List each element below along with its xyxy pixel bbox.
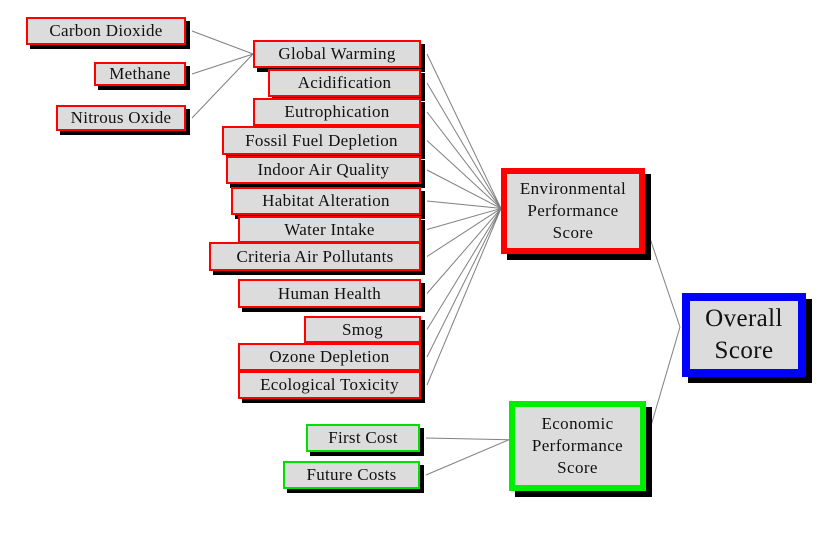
- score-label-line: Score: [552, 222, 594, 242]
- connector-environmental-score-to-overall-score: [647, 232, 681, 328]
- node-carbon-dioxide: Carbon Dioxide: [26, 17, 186, 45]
- connector-ecological-toxicity-to-environmental-score: [426, 208, 502, 386]
- node-global-warming: Global Warming: [253, 40, 421, 68]
- overall-score-box: Overall Score: [682, 293, 806, 377]
- node-fossil-fuel-depletion: Fossil Fuel Depletion: [222, 126, 421, 155]
- node-label: First Cost: [328, 428, 398, 448]
- node-label: Water Intake: [284, 219, 375, 239]
- score-label-line: Performance: [531, 436, 624, 456]
- node-acidification: Acidification: [268, 69, 421, 97]
- node-label: Nitrous Oxide: [70, 108, 172, 128]
- node-ecological-toxicity: Ecological Toxicity: [238, 371, 421, 399]
- node-habitat-alteration: Habitat Alteration: [231, 187, 421, 215]
- node-first-cost: First Cost: [306, 424, 420, 452]
- node-eutrophication: Eutrophication: [253, 98, 421, 126]
- connector-first-cost-to-economic-score: [425, 437, 510, 441]
- node-water-intake: Water Intake: [238, 216, 421, 243]
- node-ozone-depletion: Ozone Depletion: [238, 343, 421, 371]
- score-label-line: Overall: [705, 304, 783, 332]
- score-label-line: Score: [557, 457, 598, 477]
- connector-global-warming-to-environmental-score: [426, 53, 502, 209]
- economic-performance-score-box: Economic Performance Score: [509, 401, 646, 491]
- node-nitrous-oxide: Nitrous Oxide: [56, 105, 186, 131]
- node-label: Acidification: [297, 73, 392, 93]
- node-label: Ozone Depletion: [269, 347, 390, 367]
- score-label-line: Performance: [527, 201, 619, 221]
- node-label: Smog: [342, 319, 383, 339]
- node-label: Carbon Dioxide: [49, 21, 163, 41]
- score-label-line: Economic: [541, 414, 614, 434]
- score-label-line: Score: [714, 337, 774, 364]
- node-label: Indoor Air Quality: [257, 160, 390, 180]
- connector-human-health-to-environmental-score: [426, 208, 502, 294]
- node-criteria-air-pollutants: Criteria Air Pollutants: [209, 242, 421, 271]
- node-indoor-air-quality: Indoor Air Quality: [226, 156, 421, 184]
- node-label: Fossil Fuel Depletion: [245, 130, 398, 150]
- node-label: Methane: [109, 64, 171, 84]
- node-human-health: Human Health: [238, 279, 421, 308]
- connector-carbon-dioxide-to-global-warming: [191, 30, 254, 55]
- node-future-costs: Future Costs: [283, 461, 420, 489]
- connector-ozone-depletion-to-environmental-score: [426, 208, 502, 358]
- node-smog: Smog: [304, 316, 421, 343]
- node-label: Habitat Alteration: [262, 191, 390, 211]
- connector-economic-score-to-overall-score: [648, 326, 681, 433]
- score-label-line: Environmental: [519, 179, 627, 199]
- connector-eutrophication-to-environmental-score: [426, 111, 502, 209]
- node-label: Criteria Air Pollutants: [236, 246, 394, 266]
- node-label: Future Costs: [306, 465, 397, 485]
- node-label: Global Warming: [278, 44, 396, 64]
- environmental-performance-score-box: Environmental Performance Score: [501, 168, 645, 254]
- node-methane: Methane: [94, 62, 186, 86]
- connector-criteria-air-pollutants-to-environmental-score: [426, 208, 502, 257]
- connector-fossil-fuel-depletion-to-environmental-score: [426, 140, 502, 209]
- node-label: Ecological Toxicity: [260, 375, 399, 395]
- connector-future-costs-to-economic-score: [425, 439, 510, 476]
- node-label: Eutrophication: [284, 102, 390, 122]
- node-label: Human Health: [277, 283, 382, 303]
